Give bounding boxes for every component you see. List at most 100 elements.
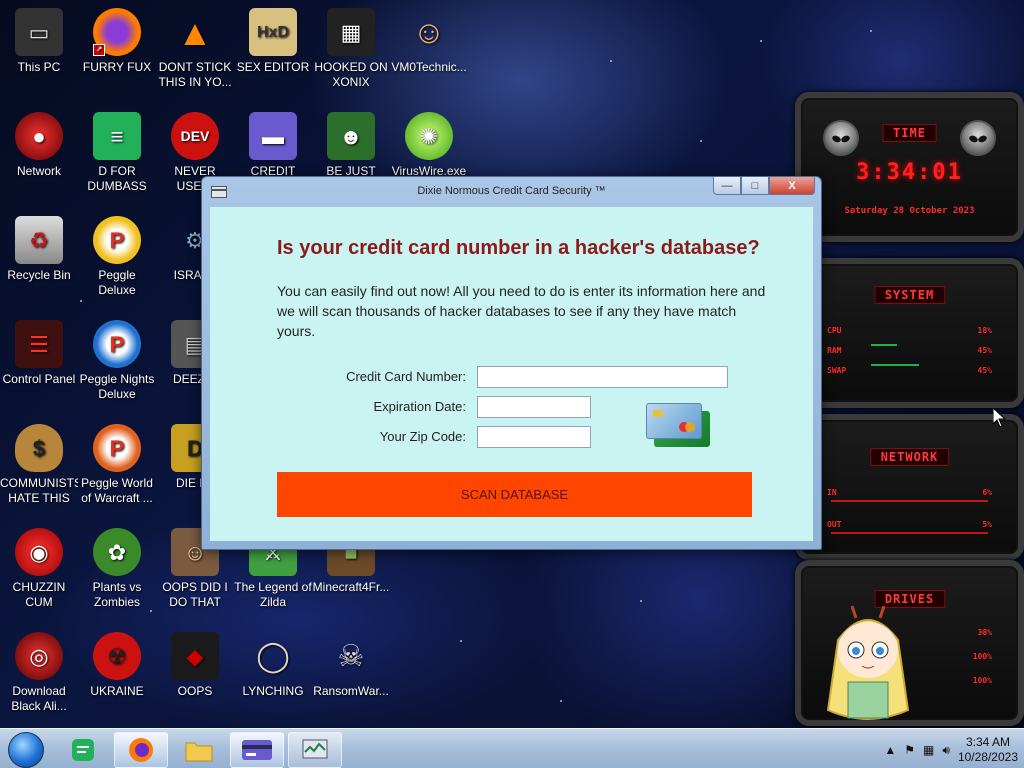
radiation-icon: ☢ [93, 632, 141, 680]
card-number-input[interactable] [477, 366, 728, 388]
elf-icon: ☻ [327, 112, 375, 160]
document-icon [72, 739, 94, 761]
network-status-icon[interactable]: ▦ [923, 743, 934, 757]
desktop-icon-ransomware[interactable]: ☠ RansomWar... [312, 632, 390, 699]
time-gadget: TIME 3:34:01 Saturday 28 October 2023 [795, 92, 1024, 242]
taskbar-credit-card-app[interactable] [230, 732, 284, 768]
recycle-bin-icon: ♻ [15, 216, 63, 264]
desktop-icon-ukraine[interactable]: ☢ UKRAINE [78, 632, 156, 699]
icon-label: Peggle Nights Deluxe [79, 372, 155, 401]
swap-row: SWAP 45% [827, 366, 992, 375]
net-in-value: 6% [982, 488, 992, 497]
drive-value: 100% [972, 676, 992, 685]
desktop-icon-plants-vs-zombies[interactable]: ✿ Plants vs Zombies [78, 528, 156, 610]
desktop-icon-network[interactable]: ● Network [0, 112, 78, 179]
money-bag-icon: $ [15, 424, 63, 472]
scan-database-button[interactable]: SCAN DATABASE [277, 472, 752, 517]
icon-label: OOPS DID I DO THAT [162, 580, 228, 609]
swap-bar [871, 364, 919, 366]
gadget-header: NETWORK [869, 448, 950, 466]
desktop-icon-d-for-dumbass[interactable]: ≡ D FOR DUMBASS [78, 112, 156, 194]
desktop-icon-lynching[interactable]: ◯ LYNCHING [234, 632, 312, 699]
taskbar-docs-app[interactable] [56, 732, 110, 768]
desktop-icon-peggle-deluxe[interactable]: P Peggle Deluxe [78, 216, 156, 298]
desktop-icon-peggle-nights[interactable]: P Peggle Nights Deluxe [78, 320, 156, 402]
gadget-header: SYSTEM [873, 286, 946, 304]
net-in-label: IN [827, 488, 837, 497]
network-icon: ● [15, 112, 63, 160]
skull-icon: ☠ [337, 639, 365, 673]
net-out-label: OUT [827, 520, 842, 529]
desktop-icon-furry-fux[interactable]: ↗ FURRY FUX [78, 8, 156, 75]
window-controls: — □ X [713, 177, 815, 195]
icon-label: OOPS [177, 684, 213, 698]
desktop-icon-sex-editor[interactable]: HxD SEX EDITOR [234, 8, 312, 75]
icon-label: FURRY FUX [82, 60, 152, 74]
show-hidden-icons-icon[interactable]: ▲ [884, 743, 896, 757]
icon-label: Peggle Deluxe [98, 268, 136, 297]
taskbar: ▲ ⚑ ▦ 🔊︎ 3:34 AM 10/28/2023 [0, 728, 1024, 768]
system-gadget: SYSTEM CPU 18% RAM 45% SWAP 45% [795, 258, 1024, 408]
desktop-icon-this-pc[interactable]: ▭ This PC [0, 8, 78, 75]
gadget-header: TIME [882, 124, 937, 142]
icon-label: Download Black Ali... [11, 684, 67, 713]
desktop-icon-viruswire[interactable]: ✺ VirusWire.exe [390, 112, 468, 179]
icon-label: UKRAINE [90, 684, 144, 698]
limewire-icon: ✺ [405, 112, 453, 160]
action-center-flag-icon[interactable]: ⚑ [904, 743, 915, 757]
net-out-row: OUT 5% [827, 520, 992, 529]
taskbar-file-explorer[interactable] [172, 732, 226, 768]
maximize-button[interactable]: □ [741, 177, 769, 195]
ram-bar [871, 344, 897, 346]
taskbar-firefox[interactable] [114, 732, 168, 768]
desktop-icon-peggle-wow[interactable]: P Peggle World of Warcraft ... [78, 424, 156, 506]
icon-label: VM0Technic... [391, 60, 467, 74]
dev-cpp-icon: DEV [171, 112, 219, 160]
noose-icon: ◯ [256, 639, 290, 673]
net-in-row: IN 6% [827, 488, 992, 497]
desktop-icon-download-black-alien[interactable]: ◎ Download Black Ali... [0, 632, 78, 714]
folder-icon [185, 742, 213, 762]
icon-label: DONT STICK THIS IN YO... [158, 60, 232, 89]
icon-label: COMMUNISTS HATE THIS G... [0, 476, 78, 508]
ram-label: RAM [827, 346, 842, 355]
system-tray: ▲ ⚑ ▦ 🔊︎ 3:34 AM 10/28/2023 [884, 733, 1018, 767]
taskbar-clock[interactable]: 3:34 AM 10/28/2023 [958, 735, 1018, 765]
document-icon: ≡ [93, 112, 141, 160]
credit-card-icon [242, 740, 272, 760]
desktop-icon-control-panel[interactable]: ☰ Control Panel [0, 320, 78, 387]
desktop-icon-vm0technic[interactable]: ☺ VM0Technic... [390, 8, 468, 75]
icon-label: SEX EDITOR [236, 60, 310, 74]
swap-label: SWAP [827, 366, 847, 375]
icon-label: RansomWar... [313, 684, 389, 698]
desktop-icon-hooked-on-xonix[interactable]: ▦ HOOKED ON XONIX [312, 8, 390, 90]
time-readout: 3:34:01 [856, 160, 963, 185]
desktop-icon-recycle-bin[interactable]: ♻ Recycle Bin [0, 216, 78, 283]
firefox-icon [129, 738, 153, 762]
expiration-date-input[interactable] [477, 396, 591, 418]
firefox-icon: ↗ [93, 8, 141, 56]
window-titlebar[interactable]: Dixie Normous Credit Card Security ™ — □… [202, 177, 821, 207]
close-button[interactable]: X [769, 177, 815, 195]
peggle-nights-icon: P [93, 320, 141, 368]
desktop-icon-dont-stick[interactable]: ▲ DONT STICK THIS IN YO... [156, 8, 234, 90]
desktop-icon-chuzzin[interactable]: ◉ CHUZZIN CUM [0, 528, 78, 610]
credit-cards-icon [646, 403, 712, 451]
volume-icon[interactable]: 🔊︎ [942, 743, 950, 758]
dialog-headline: Is your credit card number in a hacker's… [277, 237, 760, 259]
taskbar-task-manager[interactable] [288, 732, 342, 768]
dialog-intro-text: You can easily find out now! All you nee… [277, 283, 766, 339]
minimize-button[interactable]: — [713, 177, 741, 195]
net-out-graph [831, 532, 988, 534]
date-readout: Saturday 28 October 2023 [844, 206, 975, 216]
zip-code-input[interactable] [477, 426, 591, 448]
net-out-value: 5% [982, 520, 992, 529]
task-manager-icon [302, 739, 328, 759]
desktop-icon-oops[interactable]: ◆ OOPS [156, 632, 234, 699]
window-client-area: Is your credit card number in a hacker's… [210, 207, 813, 541]
clock-time: 3:34 AM [965, 735, 1010, 749]
peggle-icon: P [93, 216, 141, 264]
desktop-icon-communists[interactable]: $ COMMUNISTS HATE THIS G... [0, 424, 78, 508]
start-button[interactable] [8, 732, 44, 768]
computer-icon: ▭ [15, 8, 63, 56]
